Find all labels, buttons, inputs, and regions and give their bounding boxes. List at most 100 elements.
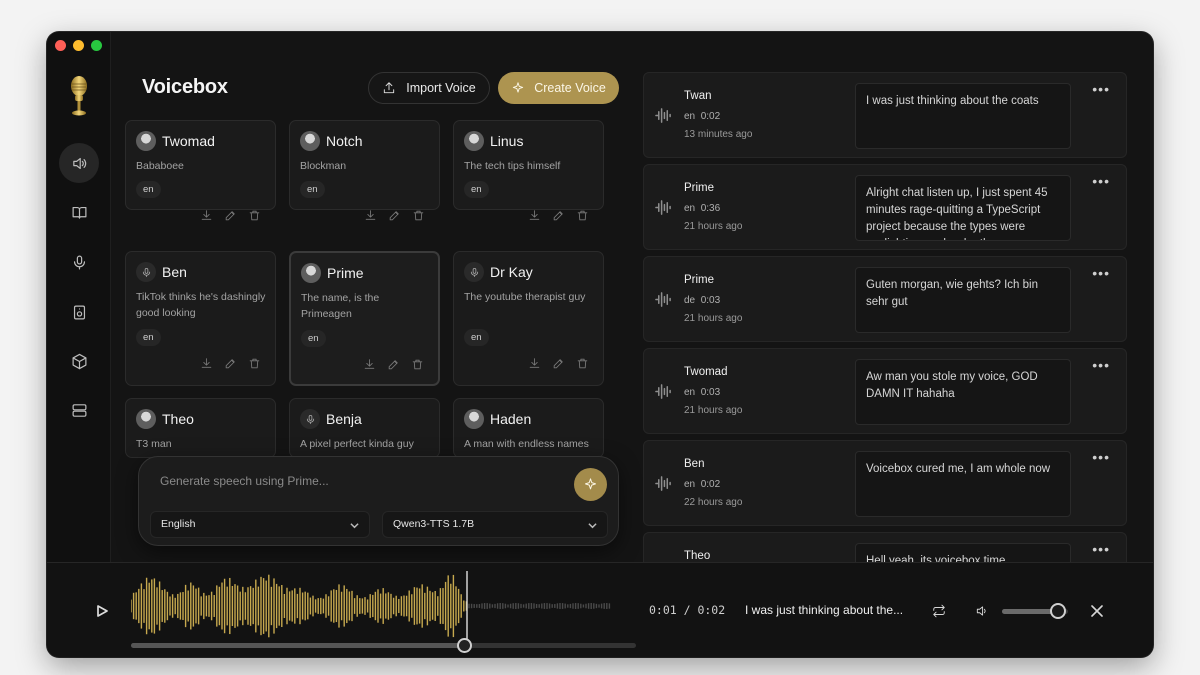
edit-icon[interactable] <box>552 357 565 370</box>
maximize-window-button[interactable] <box>91 40 102 51</box>
edit-icon[interactable] <box>387 358 400 371</box>
voice-card[interactable]: Theo T3 man <box>125 398 276 458</box>
trash-icon[interactable] <box>576 209 589 222</box>
trash-icon[interactable] <box>412 209 425 222</box>
edit-icon[interactable] <box>388 209 401 222</box>
progress-handle[interactable] <box>457 638 473 653</box>
language-badge: en <box>464 181 489 198</box>
voice-description: A pixel perfect kinda guy <box>300 438 414 450</box>
voice-card[interactable]: Dr Kay The youtube therapist guy en <box>453 251 604 386</box>
voice-card[interactable]: Notch Blockman en <box>289 120 440 221</box>
progress-track[interactable] <box>131 638 636 653</box>
language-badge: en <box>300 181 325 198</box>
history-voice-name: Twan <box>684 90 712 102</box>
import-voice-label: Import Voice <box>406 81 476 95</box>
trash-icon[interactable] <box>411 358 424 371</box>
download-icon[interactable] <box>528 209 541 222</box>
more-options-icon[interactable]: ••• <box>1092 542 1110 556</box>
history-text[interactable]: Alright chat listen up, I just spent 45 … <box>855 175 1071 241</box>
minimize-window-button[interactable] <box>73 40 84 51</box>
trash-icon[interactable] <box>576 357 589 370</box>
history-lang: en <box>684 387 696 398</box>
history-text[interactable]: Voicebox cured me, I am whole now <box>855 451 1071 517</box>
history-text[interactable]: I was just thinking about the coats <box>855 83 1071 149</box>
history-text[interactable]: Hell yeah, its voicebox time <box>855 543 1071 562</box>
download-icon[interactable] <box>364 209 377 222</box>
history-meta: en 0:02 <box>684 479 720 490</box>
voice-card-header: Theo <box>136 409 194 429</box>
voice-card[interactable]: Haden A man with endless names <box>453 398 604 458</box>
avatar <box>300 131 320 151</box>
volume-icon[interactable] <box>975 604 989 618</box>
volume-handle[interactable] <box>1050 603 1067 619</box>
edit-icon[interactable] <box>224 209 237 222</box>
edit-icon[interactable] <box>552 209 565 222</box>
sidebar-item-server[interactable] <box>59 390 99 430</box>
history-list: Twan en 0:02 13 minutes ago I was just thin… <box>643 72 1127 562</box>
sidebar-item-models[interactable] <box>59 341 99 381</box>
history-item[interactable]: Twomad en 0:03 21 hours ago Aw man you stol… <box>643 348 1127 434</box>
voice-card[interactable]: Linus The tech tips himself en <box>453 120 604 221</box>
sidebar-item-stories[interactable] <box>59 192 99 232</box>
history-duration: 0:02 <box>700 111 721 122</box>
waveform[interactable] <box>131 571 611 641</box>
voice-card[interactable]: Prime The name, is the Primeagen en <box>289 251 440 386</box>
create-voice-button[interactable]: Create Voice <box>498 72 619 104</box>
mic-icon <box>73 255 85 269</box>
close-player-icon[interactable] <box>1091 605 1103 617</box>
history-item[interactable]: Prime de 0:03 21 hours ago Guten morgan, wi… <box>643 256 1127 342</box>
voice-card[interactable]: Ben TikTok thinks he's dashingly good loo… <box>125 251 276 386</box>
history-meta: en 0:36 <box>684 203 720 214</box>
model-select[interactable]: Qwen3-TTS 1.7B <box>382 511 608 538</box>
voice-card[interactable]: Twomad Bababoee en <box>125 120 276 221</box>
history-item[interactable]: Ben en 0:02 22 hours ago Voicebox cured me,… <box>643 440 1127 526</box>
trash-icon[interactable] <box>248 209 261 222</box>
voice-card-header: Benja <box>300 409 362 429</box>
voice-card-actions <box>364 209 425 222</box>
history-text[interactable]: Guten morgan, wie gehts? Ich bin sehr gu… <box>855 267 1071 333</box>
history-item[interactable]: Theo Hell yeah, its voicebox time ••• <box>643 532 1127 562</box>
book-icon <box>72 206 86 219</box>
voice-card[interactable]: Benja A pixel perfect kinda guy <box>289 398 440 458</box>
download-icon[interactable] <box>363 358 376 371</box>
sidebar-item-audio[interactable] <box>59 292 99 332</box>
language-select[interactable]: English <box>150 511 370 538</box>
download-icon[interactable] <box>200 357 213 370</box>
sidebar-item-voices[interactable] <box>59 143 99 183</box>
voice-card-header: Haden <box>464 409 531 429</box>
voice-name: Benja <box>326 411 362 427</box>
more-options-icon[interactable]: ••• <box>1092 358 1110 372</box>
download-icon[interactable] <box>528 357 541 370</box>
voice-name: Linus <box>490 133 524 149</box>
history-lang: en <box>684 479 696 490</box>
generate-button[interactable] <box>574 468 607 501</box>
play-button[interactable] <box>96 605 108 617</box>
generate-input[interactable]: Generate speech using Prime... <box>160 474 329 488</box>
more-options-icon[interactable]: ••• <box>1092 266 1110 280</box>
voice-card-header: Dr Kay <box>464 262 533 282</box>
more-options-icon[interactable]: ••• <box>1092 450 1110 464</box>
waveform-icon <box>655 108 671 123</box>
history-text[interactable]: Aw man you stole my voice, GOD DAMN IT h… <box>855 359 1071 425</box>
history-item[interactable]: Prime en 0:36 21 hours ago Alright chat lis… <box>643 164 1127 250</box>
download-icon[interactable] <box>200 209 213 222</box>
history-timestamp: 22 hours ago <box>684 497 743 508</box>
more-options-icon[interactable]: ••• <box>1092 174 1110 188</box>
voice-description: The tech tips himself <box>464 160 561 172</box>
repeat-icon[interactable] <box>932 604 946 618</box>
voice-description: T3 man <box>136 438 172 450</box>
history-voice-name: Theo <box>684 550 711 562</box>
close-window-button[interactable] <box>55 40 66 51</box>
voice-card-header: Notch <box>300 131 363 151</box>
import-voice-button[interactable]: Import Voice <box>368 72 490 104</box>
volume-slider[interactable] <box>1002 603 1068 619</box>
trash-icon[interactable] <box>248 357 261 370</box>
more-options-icon[interactable]: ••• <box>1092 82 1110 96</box>
upload-icon <box>384 82 395 94</box>
sidebar-item-record[interactable] <box>59 242 99 282</box>
chevron-down-icon <box>350 523 359 529</box>
waveform-icon <box>655 384 671 399</box>
voice-description: Bababoee <box>136 160 184 172</box>
history-item[interactable]: Twan en 0:02 13 minutes ago I was just thin… <box>643 72 1127 158</box>
edit-icon[interactable] <box>224 357 237 370</box>
